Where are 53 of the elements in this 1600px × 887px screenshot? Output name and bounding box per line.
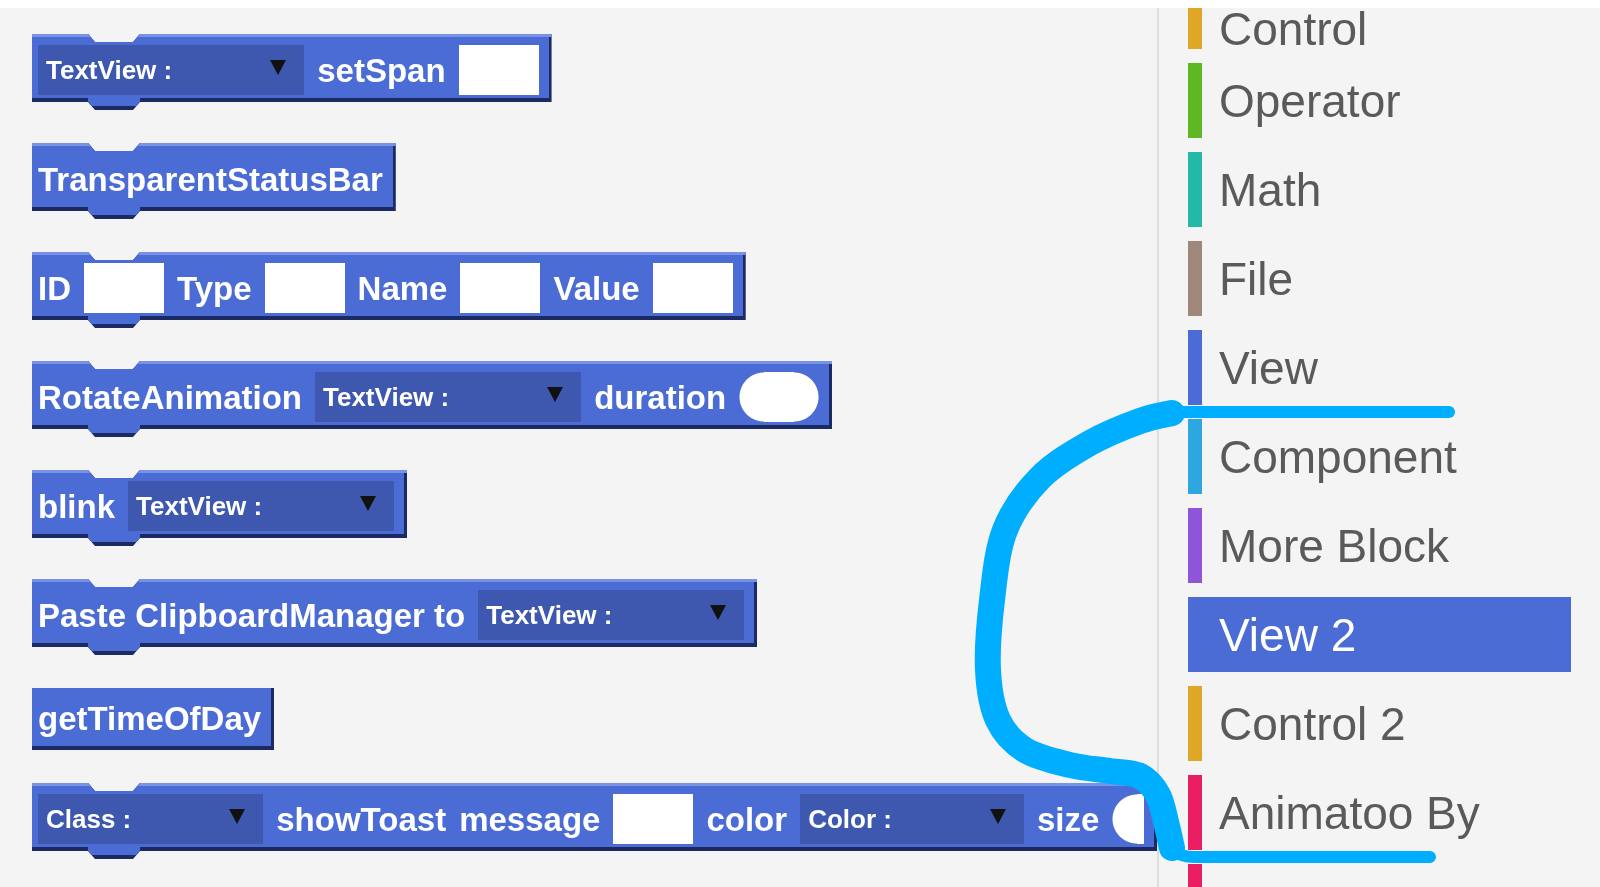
category-item[interactable]: More Block	[1188, 508, 1571, 583]
caret-icon	[547, 386, 564, 402]
dropdown[interactable]: TextView :	[478, 590, 745, 640]
block-label: showToast	[276, 799, 447, 840]
dropdown[interactable]: TextView :	[38, 45, 305, 95]
block-label: Name	[357, 268, 448, 309]
block-label: Value	[553, 268, 640, 309]
category-item[interactable]: File	[1188, 241, 1571, 316]
code-block[interactable]: Class : showToast message color Color : size	[32, 783, 1157, 859]
code-block[interactable]: TransparentStatusBar	[32, 143, 396, 219]
category-item[interactable]: Control 2	[1188, 686, 1571, 761]
caret-icon	[229, 808, 246, 824]
block-label: ID	[38, 268, 71, 309]
input-field[interactable]	[264, 263, 345, 313]
category-item[interactable]: Animatoo By	[1188, 775, 1571, 850]
dropdown[interactable]: Class :	[38, 794, 264, 844]
code-block[interactable]: ID Type Name Value	[32, 252, 746, 328]
input-field[interactable]	[613, 794, 694, 844]
block-label: getTimeOfDay	[38, 698, 262, 739]
block-label: size	[1036, 799, 1100, 840]
block-label: message	[459, 799, 601, 840]
category-item[interactable]: View	[1188, 330, 1571, 405]
category-item[interactable]: Operator	[1188, 63, 1571, 138]
code-block[interactable]: blink TextView :	[32, 470, 408, 546]
code-block[interactable]: TextView : setSpan	[32, 34, 552, 110]
dropdown[interactable]: TextView :	[128, 481, 395, 531]
block-label: setSpan	[317, 50, 446, 91]
input-field[interactable]	[739, 372, 820, 422]
caret-icon	[270, 59, 287, 75]
input-field[interactable]	[1112, 794, 1144, 844]
code-block[interactable]: getTimeOfDay	[32, 688, 275, 750]
block-label: duration	[594, 377, 727, 418]
input-field[interactable]	[84, 263, 164, 313]
category-item[interactable]: View 2	[1188, 597, 1571, 672]
input-field[interactable]	[458, 45, 539, 95]
code-block[interactable]: RotateAnimation TextView : duration	[32, 361, 833, 437]
caret-icon	[710, 604, 727, 620]
dropdown[interactable]: Color :	[800, 794, 1024, 844]
input-field[interactable]	[652, 263, 733, 313]
block-label: blink	[38, 486, 115, 527]
block-label: color	[706, 799, 788, 840]
code-block[interactable]: Paste ClipboardManager to TextView :	[32, 579, 758, 655]
caret-icon	[989, 808, 1006, 824]
block-label: TransparentStatusBar	[38, 159, 383, 200]
category-item[interactable]: Component	[1188, 419, 1571, 494]
dropdown[interactable]: TextView :	[315, 372, 582, 422]
caret-icon	[360, 495, 377, 511]
block-label: Type	[177, 268, 252, 309]
block-label: RotateAnimation	[38, 377, 302, 418]
category-item[interactable]: Math	[1188, 152, 1571, 227]
input-field[interactable]	[460, 263, 541, 313]
block-label: Paste ClipboardManager to	[38, 595, 466, 636]
category-item[interactable]: Control	[1188, 8, 1571, 49]
